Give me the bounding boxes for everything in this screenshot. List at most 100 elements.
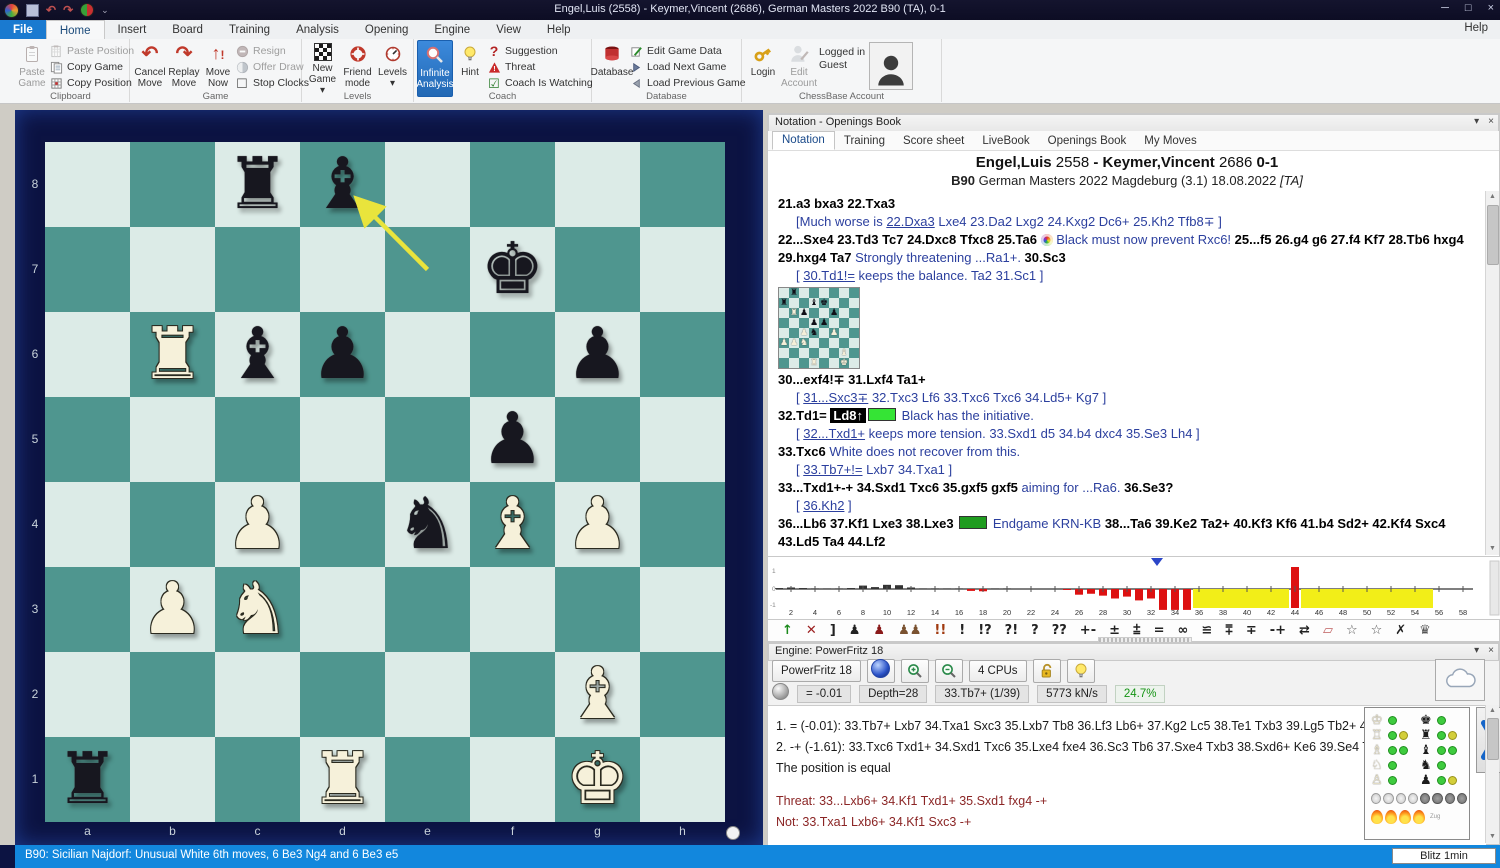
symbol-eraser[interactable]: ▱ [1323,623,1333,638]
ribbon-tab-board[interactable]: Board [159,20,216,39]
ribbon-tab-home[interactable]: Home [46,20,105,39]
move-text[interactable]: 33...Txd1+-+ 34.Sxd1 Txc6 35.gxf5 gxf5 [778,480,1022,495]
square-h1[interactable] [640,737,725,822]
evaluation-profile[interactable]: 2468101214161820222426283032343638404244… [767,557,1500,619]
square-g8[interactable] [555,142,640,227]
white-pawn-c4[interactable]: ♟ [215,482,300,567]
square-a8[interactable] [45,142,130,227]
paste-position-button[interactable]: Paste Position [49,44,134,58]
square-c5[interactable] [215,397,300,482]
symbol-white-better[interactable]: ± [1109,623,1120,638]
notation-scrollbar[interactable]: ▲ ▼ [1485,191,1499,555]
square-g3[interactable] [555,567,640,652]
ribbon-tab-opening[interactable]: Opening [352,20,421,39]
square-a2[interactable] [45,652,130,737]
white-bishop-f4[interactable]: ♝ [470,482,555,567]
square-e7[interactable] [385,227,470,312]
variation-text[interactable]: Lxe4 23.Da2 Lxg2 24.Kxg2 Dc6+ 25.Kh2 Tfb… [935,214,1222,229]
symbol-black-better[interactable]: ∓ [1246,623,1257,638]
load-previous-game-button[interactable]: Load Previous Game [629,76,746,90]
minimize-button[interactable]: ─ [1441,2,1449,14]
variation-move-underlined[interactable]: 22.Dxa3 [886,214,934,229]
square-b4[interactable] [130,482,215,567]
white-king-g1[interactable]: ♚ [839,358,849,368]
hint-button[interactable]: Hint [453,40,487,95]
square-f1[interactable] [470,737,555,822]
engine-switch-icon[interactable] [867,659,895,683]
lock-icon[interactable] [1033,659,1061,683]
square-d4[interactable] [300,482,385,567]
square-e8[interactable] [385,142,470,227]
symbol-black-winning[interactable]: -+ [1270,623,1286,638]
cancel-move-button[interactable]: ↶CancelMove [133,40,167,95]
game-mode-badge[interactable]: Blitz 1min [1392,848,1496,864]
symbol-delete-mark[interactable]: ✗ [1395,623,1406,638]
database-button[interactable]: Database [595,40,629,95]
black-pawn-e5[interactable]: ♟ [819,318,829,328]
variation-text[interactable]: keeps the balance. Ta2 31.Sc1 ] [855,268,1043,283]
edit-account-button[interactable]: EditAccount [781,40,817,95]
variation-move-underlined[interactable]: 32...Txd1+ [803,426,865,441]
close-button[interactable]: × [1488,2,1494,14]
square-c2[interactable] [215,652,300,737]
black-bishop-d8[interactable]: ♝ [300,142,385,227]
variation-text[interactable]: Lxb7 34.Txa1 ] [863,462,953,477]
levels--button[interactable]: Levels▾ [375,40,410,95]
black-king-e7[interactable]: ♚ [819,298,829,308]
scrollbar-thumb[interactable] [1487,718,1499,760]
move-text[interactable]: 30...exf4!∓ 31.Lxf4 Ta1+ [778,372,926,387]
notation-pane-header[interactable]: Notation - Openings Book ▾× [768,114,1499,132]
square-d2[interactable] [300,652,385,737]
square-h3[interactable] [640,567,725,652]
white-knight-c3[interactable]: ♞ [799,338,809,348]
square-h6[interactable] [640,312,725,397]
variation-line[interactable]: [Much worse is 22.Dxa3 Lxe4 23.Da2 Lxg2 … [778,213,1482,231]
white-bishop-g2[interactable]: ♝ [555,652,640,737]
replay-move-button[interactable]: ↷ReplayMove [167,40,201,95]
move-text[interactable]: 33.Txc6 [778,444,829,459]
square-g5[interactable] [555,397,640,482]
square-h5[interactable] [640,397,725,482]
square-a7[interactable] [45,227,130,312]
pane-collapse-icon[interactable]: ▾ [1474,115,1479,128]
white-bishop-g2[interactable]: ♝ [839,348,849,358]
increase-lines-icon[interactable] [901,659,929,683]
square-a4[interactable] [45,482,130,567]
symbol-blunder[interactable]: ?? [1052,623,1067,638]
symbol-star-plus[interactable]: ☆ [1371,623,1383,638]
white-rook-b6[interactable]: ♜ [130,312,215,397]
black-bishop-c6[interactable]: ♝ [215,312,300,397]
square-e3[interactable] [385,567,470,652]
move-text[interactable]: 36.Se3? [1124,480,1173,495]
scrollbar-thumb[interactable] [1487,205,1499,265]
square-f2[interactable] [470,652,555,737]
white-king-g1[interactable]: ♚ [555,737,640,822]
account-avatar[interactable] [869,42,913,90]
variation-move-underlined[interactable]: 36.Kh2 [803,498,844,513]
black-rook-c8[interactable]: ♜ [215,142,300,227]
symbol-brilliant-move[interactable]: !! [934,623,946,638]
move-text[interactable]: 30.Sc3 [1025,250,1066,265]
symbol-good-move[interactable]: ! [959,623,965,638]
tab-openings-book[interactable]: Openings Book [1039,133,1136,150]
square-h7[interactable] [640,227,725,312]
threat-button[interactable]: !Threat [487,60,593,74]
ribbon-tab-insert[interactable]: Insert [105,20,160,39]
cloud-engine-button[interactable] [1435,659,1485,701]
white-rook-d1[interactable]: ♜ [300,737,385,822]
black-bishop-d7[interactable]: ♝ [809,298,819,308]
square-c1[interactable] [215,737,300,822]
paste-game-button[interactable]: PasteGame [15,40,49,95]
square-b1[interactable] [130,737,215,822]
black-rook-a1[interactable]: ♜ [45,737,130,822]
square-d3[interactable] [300,567,385,652]
black-pawn-d6[interactable]: ♟ [300,312,385,397]
symbol-compensation[interactable]: ≌ [1201,623,1212,638]
square-c7[interactable] [215,227,300,312]
ribbon-tab-engine[interactable]: Engine [421,20,483,39]
symbol-star[interactable]: ☆ [1346,623,1358,638]
square-d7[interactable] [300,227,385,312]
move-text[interactable]: 32.Td1= [778,408,830,423]
chess-board[interactable]: ♜♝♚♜♝♟♟♟♟♞♝♟♟♞♝♜♜♚ [45,142,725,822]
engine-state-sphere-icon[interactable] [772,683,789,705]
